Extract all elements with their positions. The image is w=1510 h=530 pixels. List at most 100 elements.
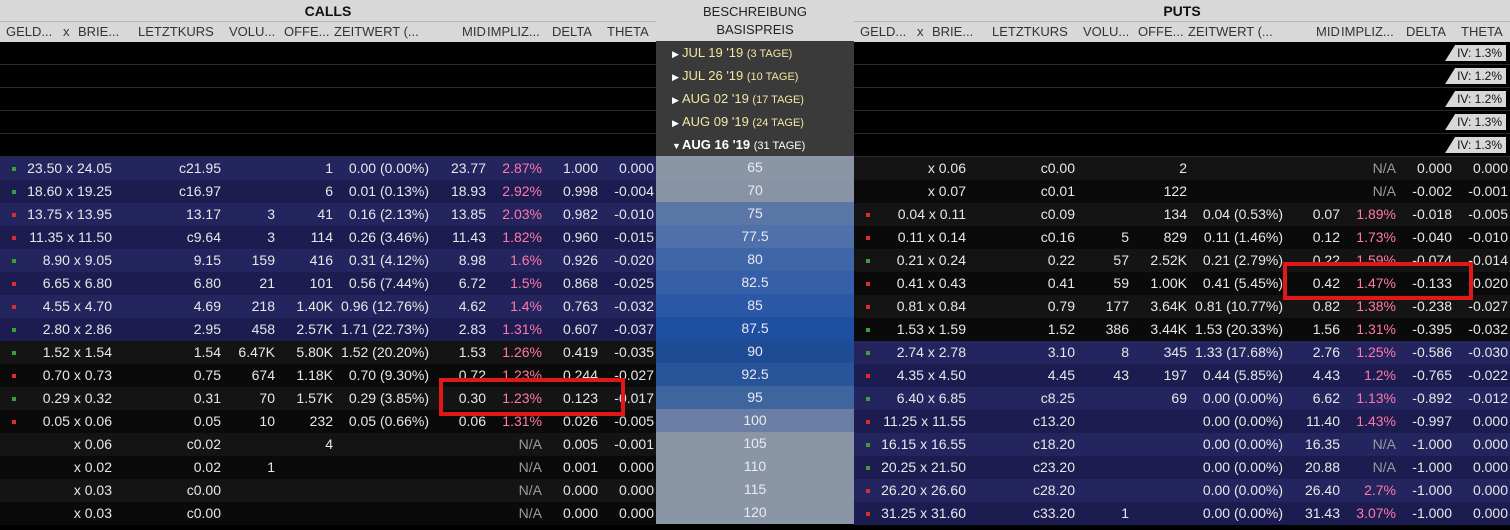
iv-cell[interactable]: 3.07%	[1356, 505, 1396, 521]
tv-cell[interactable]: 0.31 (4.12%)	[349, 252, 429, 268]
triangle-right-icon[interactable]: ▶	[672, 43, 682, 66]
calls-row[interactable]: 4.55 x 4.70 4.69 218 1.40K 0.96 (12.76%) 4.62…	[0, 295, 656, 318]
delta-cell[interactable]: -0.018	[1412, 206, 1452, 222]
vol-cell[interactable]: 6.47K	[238, 344, 275, 360]
tv-cell[interactable]: 0.00 (0.00%)	[349, 160, 429, 176]
iv-cell[interactable]: 1.23%	[502, 390, 542, 406]
theta-cell[interactable]: -0.005	[614, 413, 654, 429]
calls-row[interactable]: 0.70 x 0.73 0.75 674 1.18K 0.70 (9.30%) 0.72 1…	[0, 364, 656, 387]
tv-cell[interactable]: 0.00 (0.00%)	[1203, 436, 1283, 452]
oi-cell[interactable]: 416	[310, 252, 333, 268]
strike-7[interactable]: 87.5	[656, 317, 854, 340]
puts-row[interactable]: 0.04 x 0.11 c0.09 134 0.04 (0.53%) 0.07 1.89%…	[854, 203, 1510, 226]
theta-cell[interactable]: 0.000	[619, 160, 654, 176]
mid-cell[interactable]: 0.82	[1313, 298, 1340, 314]
bid-ask[interactable]: 13.75 x 13.95	[27, 206, 112, 222]
theta-cell[interactable]: -0.020	[1468, 275, 1508, 291]
mid-cell[interactable]: 13.85	[451, 206, 486, 222]
vol-cell[interactable]: 21	[259, 275, 275, 291]
iv-cell[interactable]: 1.5%	[510, 275, 542, 291]
last-cell[interactable]: c13.20	[1033, 413, 1075, 429]
vol-cell[interactable]: 5	[1121, 229, 1129, 245]
last-cell[interactable]: 4.69	[194, 298, 221, 314]
calls-row[interactable]: x 0.03 c0.00 N/A 0.000 0.000	[0, 502, 656, 525]
vol-cell[interactable]: 458	[252, 321, 275, 337]
iv-cell[interactable]: 2.7%	[1364, 482, 1396, 498]
tv-cell[interactable]: 0.00 (0.00%)	[1203, 413, 1283, 429]
strike-12[interactable]: 105	[656, 432, 854, 455]
theta-cell[interactable]: 0.000	[1473, 482, 1508, 498]
theta-cell[interactable]: -0.032	[1468, 321, 1508, 337]
tv-cell[interactable]: 0.29 (3.85%)	[349, 390, 429, 406]
iv-cell[interactable]: 1.26%	[502, 344, 542, 360]
strike-2[interactable]: 75	[656, 202, 854, 225]
bid-ask[interactable]: 4.55 x 4.70	[43, 298, 112, 314]
theta-cell[interactable]: 0.000	[1473, 436, 1508, 452]
expiration-1[interactable]: ▶ JUL 26 '19 (10 TAGE)	[656, 64, 854, 87]
vol-cell[interactable]: 218	[252, 298, 275, 314]
puts-col-9-header[interactable]: DELTA	[1406, 24, 1446, 39]
oi-cell[interactable]: 2	[1179, 160, 1187, 176]
delta-cell[interactable]: 0.982	[563, 206, 598, 222]
calls-col-2-header[interactable]: BRIE...	[78, 24, 119, 39]
calls-row[interactable]: x 0.06 c0.02 4 N/A 0.005 -0.001	[0, 433, 656, 456]
theta-cell[interactable]: -0.032	[614, 298, 654, 314]
puts-col-6-header[interactable]: ZEITWERT (...	[1188, 24, 1273, 39]
bid-ask[interactable]: 0.21 x 0.24	[897, 252, 966, 268]
vol-cell[interactable]: 1	[267, 459, 275, 475]
oi-cell[interactable]: 3.44K	[1150, 321, 1187, 337]
calls-col-7-header[interactable]: MID	[462, 24, 486, 39]
bid-ask[interactable]: 2.74 x 2.78	[897, 344, 966, 360]
puts-row[interactable]: 0.41 x 0.43 0.41 59 1.00K 0.41 (5.45%) 0.42 1.…	[854, 272, 1510, 295]
delta-cell[interactable]: 0.960	[563, 229, 598, 245]
vol-cell[interactable]: 674	[252, 367, 275, 383]
bid-ask[interactable]: 2.80 x 2.86	[43, 321, 112, 337]
triangle-down-icon[interactable]: ▼	[672, 135, 682, 158]
theta-cell[interactable]: 0.000	[619, 459, 654, 475]
calls-row[interactable]: 8.90 x 9.05 9.15 159 416 0.31 (4.12%) 8.98 1.6…	[0, 249, 656, 272]
delta-cell[interactable]: 0.763	[563, 298, 598, 314]
mid-cell[interactable]: 2.83	[459, 321, 486, 337]
strike-1[interactable]: 70	[656, 179, 854, 202]
delta-cell[interactable]: -1.000	[1412, 505, 1452, 521]
mid-cell[interactable]: 0.06	[459, 413, 486, 429]
bid-ask[interactable]: 0.41 x 0.43	[897, 275, 966, 291]
last-cell[interactable]: c28.20	[1033, 482, 1075, 498]
last-cell[interactable]: 1.52	[1048, 321, 1075, 337]
vol-cell[interactable]: 177	[1106, 298, 1129, 314]
vol-cell[interactable]: 43	[1113, 367, 1129, 383]
mid-cell[interactable]: 11.40	[1306, 413, 1340, 429]
triangle-right-icon[interactable]: ▶	[672, 66, 682, 89]
delta-cell[interactable]: 0.026	[563, 413, 598, 429]
oi-cell[interactable]: 69	[1171, 390, 1187, 406]
puts-row[interactable]: x 0.06 c0.00 2 N/A 0.000 0.000	[854, 157, 1510, 180]
puts-row[interactable]: 11.25 x 11.55 c13.20 0.00 (0.00%) 11.40 1.43…	[854, 410, 1510, 433]
delta-cell[interactable]: -0.892	[1412, 390, 1452, 406]
last-cell[interactable]: 3.10	[1048, 344, 1075, 360]
mid-cell[interactable]: 26.40	[1305, 482, 1340, 498]
bid-ask[interactable]: x 0.03	[74, 482, 112, 498]
iv-cell[interactable]: 1.4%	[510, 298, 542, 314]
last-cell[interactable]: c33.20	[1033, 505, 1075, 521]
calls-col-6-header[interactable]: ZEITWERT (...	[334, 24, 419, 39]
delta-cell[interactable]: -0.395	[1412, 321, 1452, 337]
oi-cell[interactable]: 101	[310, 275, 333, 291]
theta-cell[interactable]: -0.025	[614, 275, 654, 291]
calls-row[interactable]: 11.35 x 11.50 c9.64 3 114 0.26 (3.46%) 11.43 1…	[0, 226, 656, 249]
iv-cell[interactable]: 1.38%	[1356, 298, 1396, 314]
strike-0[interactable]: 65	[656, 156, 854, 179]
puts-col-2-header[interactable]: BRIE...	[932, 24, 973, 39]
delta-cell[interactable]: 0.244	[563, 367, 598, 383]
vol-cell[interactable]: 3	[267, 206, 275, 222]
theta-cell[interactable]: -0.004	[614, 183, 654, 199]
bid-ask[interactable]: 0.70 x 0.73	[43, 367, 112, 383]
delta-cell[interactable]: 0.005	[563, 436, 598, 452]
theta-cell[interactable]: -0.014	[1468, 252, 1508, 268]
calls-row[interactable]: 6.65 x 6.80 6.80 21 101 0.56 (7.44%) 6.72 1.5%…	[0, 272, 656, 295]
oi-cell[interactable]: 2.52K	[1150, 252, 1187, 268]
iv-cell[interactable]: 1.2%	[1364, 367, 1396, 383]
calls-col-8-header[interactable]: IMPLIZ...	[487, 24, 540, 39]
puts-row[interactable]: 6.40 x 6.85 c8.25 69 0.00 (0.00%) 6.62 1.13% -…	[854, 387, 1510, 410]
theta-cell[interactable]: 0.000	[1473, 459, 1508, 475]
tv-cell[interactable]: 0.96 (12.76%)	[341, 298, 429, 314]
